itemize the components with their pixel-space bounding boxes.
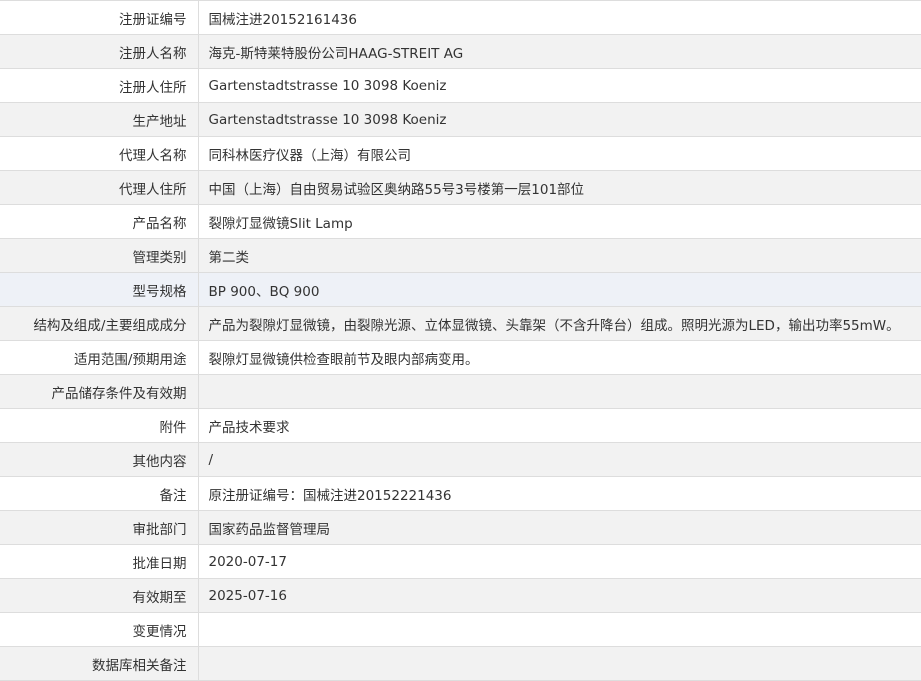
row-value: 裂隙灯显微镜Slit Lamp <box>198 204 921 239</box>
table-row: 产品名称 裂隙灯显微镜Slit Lamp <box>0 204 921 239</box>
row-label: 附件 <box>0 408 199 443</box>
row-label: 产品储存条件及有效期 <box>0 374 199 409</box>
table-row: 生产地址 Gartenstadtstrasse 10 3098 Koeniz <box>0 102 921 137</box>
table-row: 有效期至 2025-07-16 <box>0 578 921 613</box>
table-row: 管理类别 第二类 <box>0 238 921 273</box>
row-value: / <box>198 442 921 477</box>
row-label: 适用范围/预期用途 <box>0 340 199 375</box>
row-label: 注册证编号 <box>0 0 199 35</box>
registration-table: 注册证编号 国械注进20152161436 注册人名称 海克-斯特莱特股份公司H… <box>0 0 921 681</box>
row-value: Gartenstadtstrasse 10 3098 Koeniz <box>198 102 921 137</box>
row-value: 产品技术要求 <box>198 408 921 443</box>
table-row: 变更情况 <box>0 612 921 647</box>
table-row: 型号规格 BP 900、BQ 900 <box>0 272 921 307</box>
row-value <box>198 374 921 409</box>
row-value: 国家药品监督管理局 <box>198 510 921 545</box>
row-label: 批准日期 <box>0 544 199 579</box>
row-label: 产品名称 <box>0 204 199 239</box>
table-row: 注册人住所 Gartenstadtstrasse 10 3098 Koeniz <box>0 68 921 103</box>
table-row: 代理人住所 中国（上海）自由贸易试验区奥纳路55号3号楼第一层101部位 <box>0 170 921 205</box>
row-value <box>198 612 921 647</box>
row-label: 代理人住所 <box>0 170 199 205</box>
table-row: 代理人名称 同科林医疗仪器（上海）有限公司 <box>0 136 921 171</box>
row-value: 2025-07-16 <box>198 578 921 613</box>
row-label: 变更情况 <box>0 612 199 647</box>
row-value: 裂隙灯显微镜供检查眼前节及眼内部病变用。 <box>198 340 921 375</box>
row-label: 注册人名称 <box>0 34 199 69</box>
row-value: 第二类 <box>198 238 921 273</box>
table-row: 结构及组成/主要组成成分 产品为裂隙灯显微镜，由裂隙光源、立体显微镜、头靠架（不… <box>0 306 921 341</box>
table-row: 适用范围/预期用途 裂隙灯显微镜供检查眼前节及眼内部病变用。 <box>0 340 921 375</box>
row-value: 国械注进20152161436 <box>198 0 921 35</box>
row-value <box>198 646 921 681</box>
row-value: 中国（上海）自由贸易试验区奥纳路55号3号楼第一层101部位 <box>198 170 921 205</box>
row-value: Gartenstadtstrasse 10 3098 Koeniz <box>198 68 921 103</box>
table-row: 其他内容 / <box>0 442 921 477</box>
row-label: 数据库相关备注 <box>0 646 199 681</box>
row-value: 同科林医疗仪器（上海）有限公司 <box>198 136 921 171</box>
table-row: 产品储存条件及有效期 <box>0 374 921 409</box>
table-row: 注册人名称 海克-斯特莱特股份公司HAAG-STREIT AG <box>0 34 921 69</box>
table-row: 备注 原注册证编号：国械注进20152221436 <box>0 476 921 511</box>
row-label: 型号规格 <box>0 272 199 307</box>
row-value: 2020-07-17 <box>198 544 921 579</box>
row-label: 其他内容 <box>0 442 199 477</box>
row-value: 海克-斯特莱特股份公司HAAG-STREIT AG <box>198 34 921 69</box>
table-row: 批准日期 2020-07-17 <box>0 544 921 579</box>
row-label: 审批部门 <box>0 510 199 545</box>
table-row: 数据库相关备注 <box>0 646 921 681</box>
table-row: 附件 产品技术要求 <box>0 408 921 443</box>
row-label: 生产地址 <box>0 102 199 137</box>
row-label: 代理人名称 <box>0 136 199 171</box>
table-row: 审批部门 国家药品监督管理局 <box>0 510 921 545</box>
row-label: 结构及组成/主要组成成分 <box>0 306 199 341</box>
row-label: 管理类别 <box>0 238 199 273</box>
row-label: 有效期至 <box>0 578 199 613</box>
row-value: 产品为裂隙灯显微镜，由裂隙光源、立体显微镜、头靠架（不含升降台）组成。照明光源为… <box>198 306 921 341</box>
row-label: 备注 <box>0 476 199 511</box>
table-row: 注册证编号 国械注进20152161436 <box>0 0 921 35</box>
row-value: BP 900、BQ 900 <box>198 272 921 307</box>
row-value: 原注册证编号：国械注进20152221436 <box>198 476 921 511</box>
row-label: 注册人住所 <box>0 68 199 103</box>
